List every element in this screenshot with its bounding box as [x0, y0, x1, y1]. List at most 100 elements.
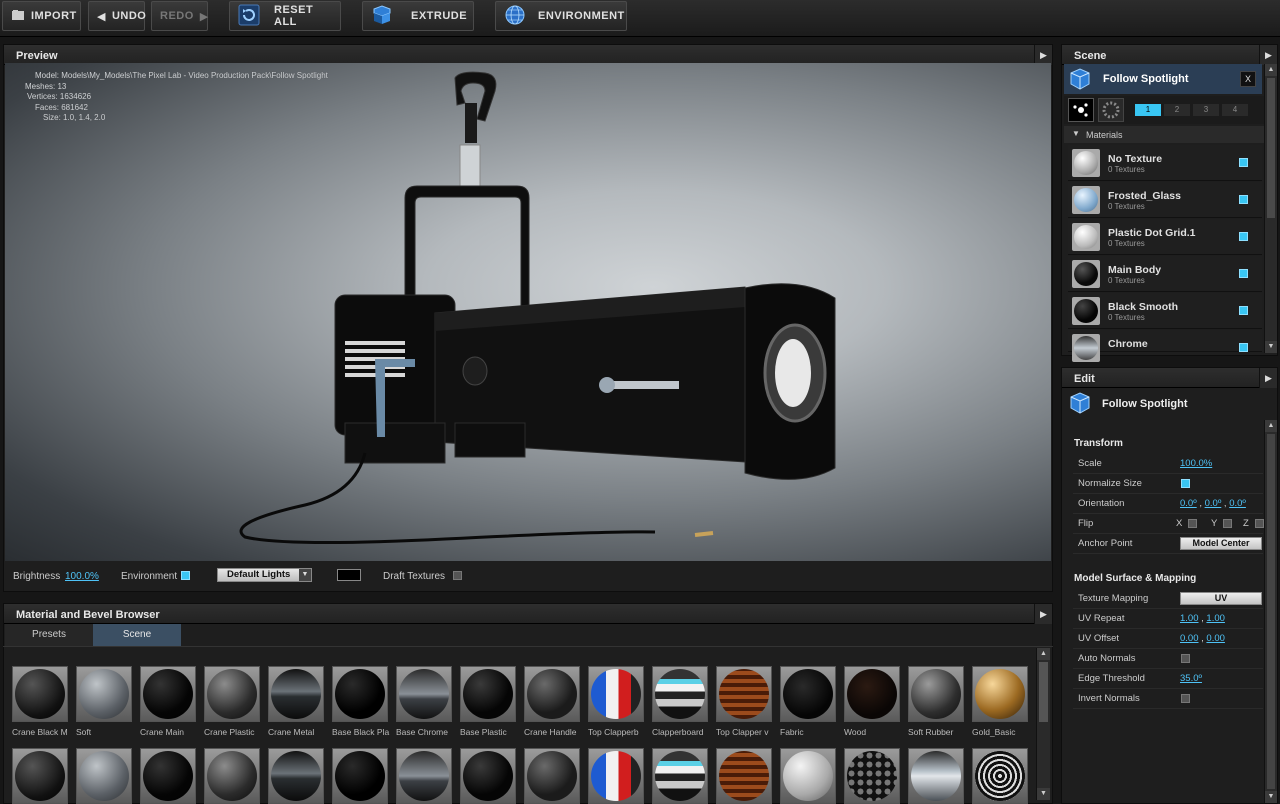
- edit-scrollbar[interactable]: ▲ ▼: [1264, 420, 1277, 803]
- invert-normals-checkbox[interactable]: [1181, 694, 1190, 703]
- import-button[interactable]: IMPORT: [2, 1, 81, 31]
- material-thumbnail[interactable]: Gold_Basic: [972, 666, 1032, 737]
- material-thumbnail[interactable]: [844, 748, 904, 804]
- material-thumbnail[interactable]: [716, 748, 776, 804]
- material-thumbnail[interactable]: Top Clapper v: [716, 666, 776, 737]
- scene-material-item[interactable]: Chrome: [1068, 330, 1262, 362]
- orientation-z[interactable]: 0.0º: [1229, 498, 1246, 509]
- material-thumbnail[interactable]: [588, 748, 648, 804]
- material-visible-checkbox[interactable]: [1239, 232, 1248, 241]
- edit-scroll-thumb[interactable]: [1267, 434, 1275, 789]
- extrude-button[interactable]: EXTRUDE: [362, 1, 474, 31]
- page-2-button[interactable]: 2: [1164, 104, 1190, 116]
- material-thumbnail[interactable]: [460, 748, 520, 804]
- uv-repeat-v[interactable]: 1.00: [1206, 613, 1225, 624]
- material-thumbnail[interactable]: [76, 748, 136, 804]
- material-thumbnail[interactable]: Base Black Pla: [332, 666, 392, 737]
- scene-scroll-thumb[interactable]: [1267, 78, 1275, 218]
- material-thumbnail[interactable]: [140, 748, 200, 804]
- edit-expand-arrow-icon[interactable]: ▶: [1259, 368, 1277, 388]
- material-thumbnail[interactable]: Wood: [844, 666, 904, 737]
- material-visible-checkbox[interactable]: [1239, 195, 1248, 204]
- material-thumbnail[interactable]: Crane Plastic: [204, 666, 264, 737]
- redo-button[interactable]: REDO ▶: [151, 1, 208, 31]
- scene-object-header[interactable]: Follow Spotlight X: [1064, 64, 1262, 94]
- edge-threshold-value[interactable]: 35.0º: [1180, 673, 1202, 684]
- background-color-swatch[interactable]: [337, 569, 361, 581]
- flip-z-checkbox[interactable]: [1255, 519, 1264, 528]
- material-visible-checkbox[interactable]: [1239, 269, 1248, 278]
- preview-expand-arrow-icon[interactable]: ▶: [1034, 45, 1052, 65]
- material-thumbnail[interactable]: Clapperboard: [652, 666, 712, 737]
- material-thumbnail[interactable]: [972, 748, 1032, 804]
- reset-all-button[interactable]: RESET ALL: [229, 1, 341, 31]
- page-3-button[interactable]: 3: [1193, 104, 1219, 116]
- ring-view-icon[interactable]: [1098, 98, 1124, 122]
- material-thumbnail[interactable]: [780, 748, 840, 804]
- orientation-y[interactable]: 0.0º: [1205, 498, 1222, 509]
- uv-repeat-u[interactable]: 1.00: [1180, 613, 1199, 624]
- edit-scroll-down-arrow-icon[interactable]: ▼: [1265, 791, 1277, 803]
- environment-checkbox[interactable]: [181, 571, 190, 580]
- close-object-button[interactable]: X: [1240, 71, 1256, 87]
- scale-value[interactable]: 100.0%: [1180, 458, 1212, 469]
- material-thumbnail[interactable]: [332, 748, 392, 804]
- material-thumbnail[interactable]: Soft: [76, 666, 136, 737]
- scroll-up-arrow-icon[interactable]: ▲: [1037, 648, 1050, 660]
- material-thumbnail[interactable]: Soft Rubber: [908, 666, 968, 737]
- scene-material-item[interactable]: Main Body 0 Textures: [1068, 256, 1262, 292]
- material-thumbnail[interactable]: Crane Black M: [12, 666, 72, 737]
- material-thumbnail[interactable]: Top Clapperb: [588, 666, 648, 737]
- scene-scroll-up-arrow-icon[interactable]: ▲: [1265, 64, 1277, 76]
- material-thumbnail[interactable]: Crane Handle: [524, 666, 584, 737]
- material-thumbnail[interactable]: Base Plastic: [460, 666, 520, 737]
- material-thumbnail[interactable]: [652, 748, 712, 804]
- uv-offset-u[interactable]: 0.00: [1180, 633, 1199, 644]
- edit-scroll-up-arrow-icon[interactable]: ▲: [1265, 420, 1277, 432]
- material-thumbnail[interactable]: [396, 748, 456, 804]
- material-visible-checkbox[interactable]: [1239, 343, 1248, 352]
- material-thumbnail[interactable]: Crane Main: [140, 666, 200, 737]
- 3d-viewport[interactable]: Model: Models\My_Models\The Pixel Lab - …: [5, 63, 1051, 561]
- material-thumbnail[interactable]: [12, 748, 72, 804]
- material-thumbnail[interactable]: Fabric: [780, 666, 840, 737]
- anchor-point-select[interactable]: Model Center: [1180, 537, 1262, 550]
- scene-material-item[interactable]: Plastic Dot Grid.1 0 Textures: [1068, 219, 1262, 255]
- scene-material-item[interactable]: No Texture 0 Textures: [1068, 145, 1262, 181]
- material-thumbnail[interactable]: [524, 748, 584, 804]
- scene-expand-arrow-icon[interactable]: ▶: [1259, 45, 1277, 65]
- material-thumbnail[interactable]: [204, 748, 264, 804]
- scroll-thumb[interactable]: [1039, 662, 1048, 722]
- scroll-down-arrow-icon[interactable]: ▼: [1037, 788, 1050, 800]
- environment-button[interactable]: ENVIRONMENT: [495, 1, 627, 31]
- node-view-icon[interactable]: [1068, 98, 1094, 122]
- flip-y-checkbox[interactable]: [1223, 519, 1232, 528]
- material-thumbnail[interactable]: Crane Metal: [268, 666, 328, 737]
- scene-material-item[interactable]: Frosted_Glass 0 Textures: [1068, 182, 1262, 218]
- normalize-checkbox[interactable]: [1181, 479, 1190, 488]
- undo-button[interactable]: ◀ UNDO: [88, 1, 146, 31]
- browser-scrollbar[interactable]: ▲ ▼: [1036, 648, 1050, 800]
- browser-expand-arrow-icon[interactable]: ▶: [1034, 604, 1052, 624]
- material-thumbnail[interactable]: [908, 748, 968, 804]
- flip-x-checkbox[interactable]: [1188, 519, 1197, 528]
- orientation-x[interactable]: 0.0º: [1180, 498, 1197, 509]
- brightness-value[interactable]: 100.0%: [65, 571, 99, 582]
- scene-material-item[interactable]: Black Smooth 0 Textures: [1068, 293, 1262, 329]
- auto-normals-checkbox[interactable]: [1181, 654, 1190, 663]
- material-thumbnail[interactable]: Base Chrome: [396, 666, 456, 737]
- page-1-button[interactable]: 1: [1135, 104, 1161, 116]
- lights-select[interactable]: Default Lights ▼: [217, 568, 312, 582]
- material-visible-checkbox[interactable]: [1239, 158, 1248, 167]
- uv-offset-v[interactable]: 0.00: [1206, 633, 1225, 644]
- materials-header[interactable]: ▼ Materials: [1064, 126, 1264, 143]
- tab-presets[interactable]: Presets: [5, 624, 93, 646]
- texture-mapping-select[interactable]: UV: [1180, 592, 1262, 605]
- draft-textures-checkbox[interactable]: [453, 571, 462, 580]
- tab-scene[interactable]: Scene: [93, 624, 181, 646]
- material-visible-checkbox[interactable]: [1239, 306, 1248, 315]
- scene-scroll-down-arrow-icon[interactable]: ▼: [1265, 341, 1277, 353]
- scene-scrollbar[interactable]: ▲ ▼: [1264, 64, 1277, 353]
- material-thumbnail[interactable]: [268, 748, 328, 804]
- page-4-button[interactable]: 4: [1222, 104, 1248, 116]
